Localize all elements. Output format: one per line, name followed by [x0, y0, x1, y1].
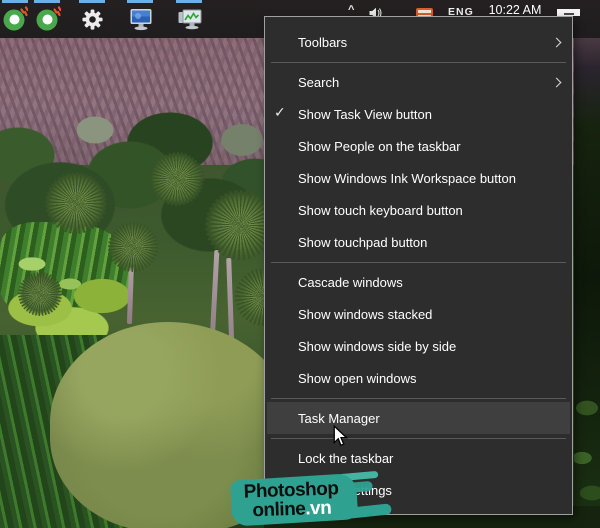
menu-item-label: Show People on the taskbar	[298, 139, 461, 154]
menu-separator	[265, 394, 572, 402]
wallpaper-layer	[45, 172, 107, 234]
wallpaper-layer	[150, 152, 204, 206]
menu-item-label: Toolbars	[298, 35, 347, 50]
menu-item-lock-the-taskbar[interactable]: Lock the taskbar	[265, 442, 572, 474]
menu-item-show-windows-stacked[interactable]: Show windows stacked	[265, 298, 572, 330]
menu-separator	[265, 258, 572, 266]
menu-item-show-open-windows[interactable]: Show open windows	[265, 362, 572, 394]
menu-item-label: Show Task View button	[298, 107, 432, 122]
watermark: Photoshop online.vn	[230, 469, 407, 528]
wallpaper-layer	[574, 38, 600, 528]
taskbar-button-coccoc[interactable]	[0, 0, 30, 38]
taskbar-button-computer-management[interactable]	[126, 0, 156, 38]
menu-item-label: Show Windows Ink Workspace button	[298, 171, 516, 186]
hidden-icons-button[interactable]: ^	[348, 4, 354, 16]
watermark-brand-line2: online.vn	[252, 498, 332, 523]
wallpaper-layer	[18, 272, 62, 316]
menu-item-show-touchpad[interactable]: Show touchpad button	[265, 226, 572, 258]
menu-item-label: Task Manager	[298, 411, 380, 426]
menu-item-label: Cascade windows	[298, 275, 403, 290]
menu-item-task-manager[interactable]: Task Manager	[267, 402, 570, 434]
mouse-cursor	[333, 425, 349, 453]
gear-icon	[81, 8, 104, 36]
taskbar-clock[interactable]: 10:22 AM	[486, 3, 544, 17]
menu-item-show-windows-side-by-side[interactable]: Show windows side by side	[265, 330, 572, 362]
menu-item-show-touch-keyboard[interactable]: Show touch keyboard button	[265, 194, 572, 226]
menu-separator	[265, 58, 572, 66]
menu-item-toolbars[interactable]: Toolbars	[265, 26, 572, 58]
chevron-right-icon	[552, 37, 562, 47]
taskbar-button-resource-monitor[interactable]	[175, 0, 205, 38]
coccoc-icon	[35, 6, 61, 37]
menu-item-show-windows-ink-workspace[interactable]: Show Windows Ink Workspace button	[265, 162, 572, 194]
menu-item-label: Search	[298, 75, 339, 90]
watermark-brand-tld: .vn	[305, 498, 332, 520]
menu-item-show-task-view-button[interactable]: ✓ Show Task View button	[265, 98, 572, 130]
menu-item-search[interactable]: Search	[265, 66, 572, 98]
watermark-brand-line2-text: online	[252, 498, 306, 521]
menu-item-label: Show touch keyboard button	[298, 203, 463, 218]
menu-item-label: Show windows side by side	[298, 339, 456, 354]
menu-separator	[265, 434, 572, 442]
taskbar-button-settings[interactable]	[78, 0, 108, 38]
performance-monitor-icon	[177, 7, 203, 38]
menu-item-label: Show open windows	[298, 371, 417, 386]
checkmark-icon: ✓	[274, 104, 294, 121]
taskbar-button-coccoc-2[interactable]	[33, 0, 63, 38]
menu-item-label: Show touchpad button	[298, 235, 427, 250]
menu-item-label: Show windows stacked	[298, 307, 432, 322]
coccoc-icon	[2, 6, 28, 37]
wallpaper-layer	[108, 222, 158, 272]
monitor-icon	[128, 6, 154, 37]
screen: ^ ENG 10:22 AM Toolbars Search ✓ Show Ta…	[0, 0, 600, 528]
menu-item-show-people[interactable]: Show People on the taskbar	[265, 130, 572, 162]
window-fragment	[557, 9, 580, 16]
taskbar-context-menu: Toolbars Search ✓ Show Task View button …	[264, 16, 573, 515]
menu-item-cascade-windows[interactable]: Cascade windows	[265, 266, 572, 298]
chevron-right-icon	[552, 77, 562, 87]
